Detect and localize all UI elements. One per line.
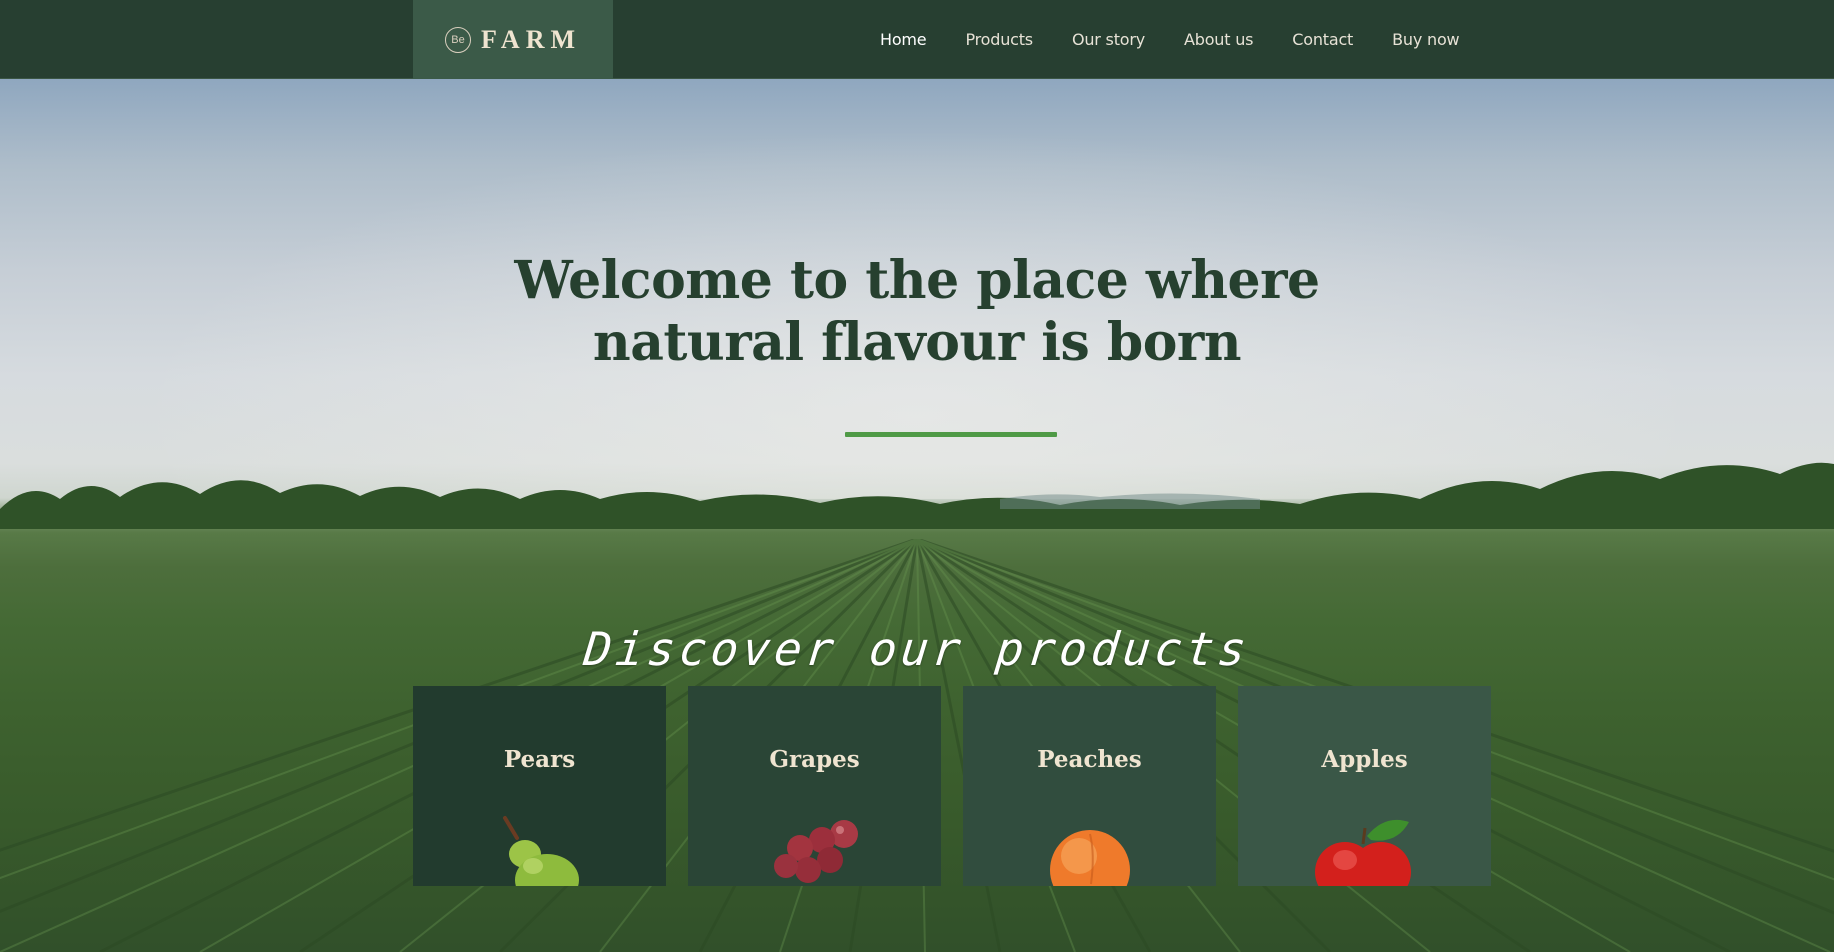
product-card-grapes[interactable]: Grapes bbox=[688, 686, 941, 886]
main-nav: Home Products Our story About us Contact… bbox=[880, 0, 1498, 79]
hero-title-line2: natural flavour is born bbox=[592, 312, 1242, 373]
hero-title: Welcome to the place where natural flavo… bbox=[0, 250, 1834, 374]
product-card-title: Apples bbox=[1321, 746, 1408, 773]
nav-about-us[interactable]: About us bbox=[1184, 30, 1253, 49]
discover-heading: Discover our products bbox=[581, 622, 1253, 676]
product-card-pears[interactable]: Pears bbox=[413, 686, 666, 886]
logo-link[interactable]: Be FARM bbox=[413, 0, 613, 79]
product-card-title: Grapes bbox=[769, 746, 860, 773]
logo-text: FARM bbox=[480, 24, 582, 54]
nav-contact[interactable]: Contact bbox=[1292, 30, 1353, 49]
treeline-image bbox=[0, 462, 1834, 529]
product-card-title: Peaches bbox=[1037, 746, 1142, 773]
product-card-peaches[interactable]: Peaches bbox=[963, 686, 1216, 886]
product-card-title: Pears bbox=[503, 746, 576, 773]
site-header: Be FARM Home Products Our story About us… bbox=[0, 0, 1834, 79]
hero-title-line1: Welcome to the place where bbox=[514, 250, 1320, 311]
logo-mark: Be bbox=[444, 26, 471, 53]
pear-icon bbox=[502, 816, 579, 886]
apple-icon bbox=[1314, 819, 1411, 886]
nav-buy-now[interactable]: Buy now bbox=[1392, 30, 1459, 49]
hero-divider bbox=[845, 432, 1057, 437]
grapes-icon bbox=[773, 820, 858, 883]
product-card-apples[interactable]: Apples bbox=[1238, 686, 1491, 886]
nav-home[interactable]: Home bbox=[880, 30, 927, 49]
peach-icon bbox=[1049, 830, 1130, 886]
nav-our-story[interactable]: Our story bbox=[1072, 30, 1145, 49]
nav-products[interactable]: Products bbox=[965, 30, 1033, 49]
